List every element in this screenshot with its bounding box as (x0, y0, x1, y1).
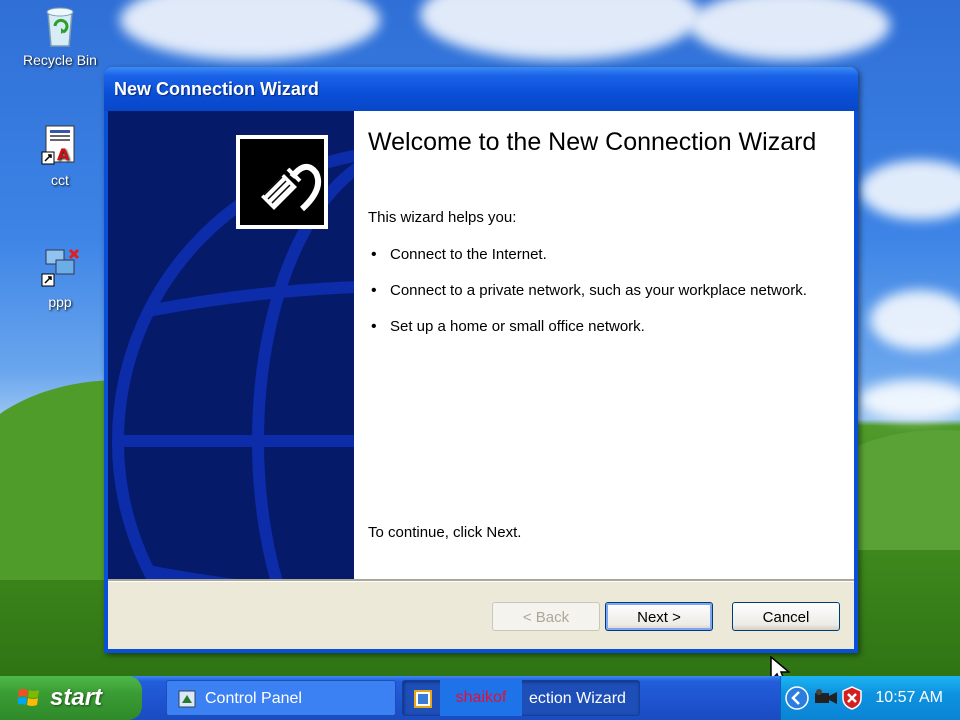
cct-desktop-icon[interactable]: A cct (15, 124, 105, 188)
new-connection-wizard-window: New Connection Wizard Welcome to the New… (104, 67, 858, 653)
camera-icon[interactable] (813, 688, 839, 708)
recycle-bin-desktop-icon[interactable]: Recycle Bin (15, 4, 105, 68)
start-button[interactable]: start (0, 676, 142, 720)
wizard-bullet-list: Connect to the Internet. Connect to a pr… (368, 245, 828, 353)
recycle-bin-icon (40, 4, 80, 48)
wizard-taskbar-icon (414, 690, 432, 708)
bullet-home-network: Set up a home or small office network. (368, 317, 828, 336)
wizard-intro: This wizard helps you: (368, 209, 517, 226)
next-button[interactable]: Next > (605, 602, 713, 631)
tray-expand-chevron-icon[interactable] (785, 686, 809, 710)
wizard-client-area: Welcome to the New Connection Wizard Thi… (108, 111, 854, 649)
cancel-button[interactable]: Cancel (732, 602, 840, 631)
svg-text:A: A (57, 145, 70, 164)
connection-wizard-icon (236, 135, 328, 229)
ppp-label: ppp (48, 294, 72, 310)
bullet-internet: Connect to the Internet. (368, 245, 828, 264)
window-titlebar[interactable]: New Connection Wizard (104, 67, 858, 111)
taskbar-item-control-panel[interactable]: Control Panel (166, 680, 396, 716)
wizard-content: Welcome to the New Connection Wizard Thi… (354, 111, 854, 579)
document-shortcut-icon: A (40, 124, 80, 168)
button-divider (108, 579, 854, 582)
cct-label: cct (51, 172, 69, 188)
system-tray: 10:57 AM (780, 676, 960, 720)
bullet-private-network: Connect to a private network, such as yo… (368, 281, 828, 300)
network-connection-icon (40, 246, 80, 290)
watermark-overlay: shaikof (440, 680, 522, 716)
window-title: New Connection Wizard (114, 79, 319, 99)
recycle-bin-label: Recycle Bin (23, 52, 97, 68)
wizard-heading: Welcome to the New Connection Wizard (368, 128, 817, 156)
start-label: start (50, 684, 103, 711)
ppp-desktop-icon[interactable]: ppp (15, 246, 105, 310)
clock: 10:57 AM (875, 689, 943, 706)
taskbar-item-label: ection Wizard (529, 690, 626, 707)
security-shield-icon[interactable] (841, 686, 863, 710)
taskbar-item-label: Control Panel (205, 690, 302, 707)
windows-logo-icon (18, 689, 39, 706)
wizard-banner (108, 111, 354, 579)
back-button[interactable]: < Back (492, 602, 600, 631)
control-panel-icon (178, 690, 196, 708)
wizard-continue-text: To continue, click Next. (368, 524, 522, 541)
